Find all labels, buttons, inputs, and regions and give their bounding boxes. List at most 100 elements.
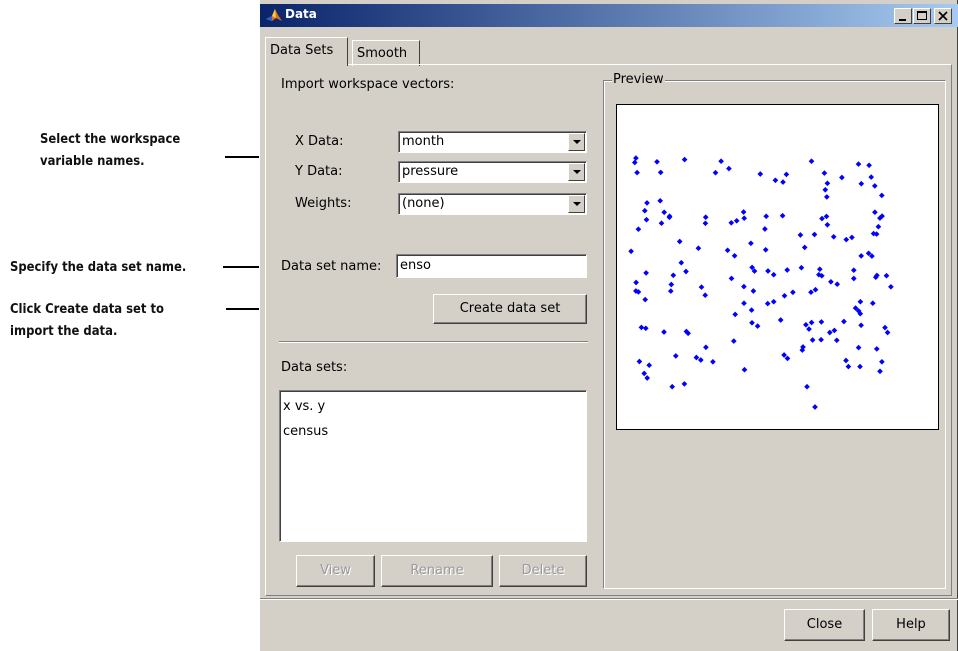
scatter-point [772,177,779,184]
footer-divider [260,598,958,600]
scatter-point [642,296,649,303]
scatter-point [877,368,883,375]
y-data-value: pressure [402,164,459,179]
scatter-point [641,207,648,214]
scatter-point [763,213,770,220]
callout-click-line2: import the data. [10,323,118,339]
scatter-point [803,321,809,328]
scatter-point [681,381,688,387]
scatter-point [801,244,808,251]
scatter-point [884,329,891,336]
y-data-select[interactable]: pressure [398,161,587,183]
tab-data-sets[interactable]: Data Sets [265,37,348,66]
list-item[interactable]: census [283,424,328,439]
scatter-point [806,326,812,332]
scatter-point [741,283,747,290]
scatter-point [823,194,830,200]
scatter-point [812,286,819,293]
scatter-point [672,353,679,359]
scatter-point [633,279,639,286]
scatter-point [855,161,862,167]
scatter-point [871,183,878,189]
scatter-point [781,292,788,299]
minimize-button[interactable] [894,8,912,24]
scatter-point [764,300,771,307]
scatter-point [641,370,648,377]
preview-plot [616,104,939,430]
maximize-icon [917,11,927,20]
scatter-point [843,236,850,243]
weights-value: (none) [402,196,445,211]
scatter-point [740,209,747,215]
scatter-point [808,319,815,326]
scatter-point [804,383,810,390]
scatter-point [818,336,824,343]
data-sets-list[interactable]: x vs. y census [279,390,587,542]
scatter-point [728,275,735,282]
scatter-point [698,284,705,290]
scatter-point [748,307,755,313]
scatter-point [661,209,668,216]
scatter-point [872,209,878,216]
scatter-point [809,337,816,343]
maximize-button[interactable] [913,8,931,24]
scatter-point [765,268,771,274]
scatter-point [726,165,732,172]
x-data-select[interactable]: month [398,131,587,153]
scatter-point [779,212,786,219]
data-set-name-input[interactable]: enso [396,254,587,278]
scatter-point [631,159,638,166]
chevron-down-icon[interactable] [568,133,585,151]
create-data-set-button[interactable]: Create data set [433,294,587,324]
scatter-point [702,220,709,227]
scatter-point [718,158,724,165]
scatter-point [697,357,704,363]
scatter-point [669,383,676,390]
scatter-point [830,233,837,240]
data-window: Data Data Sets Smooth Import workspace v… [259,0,958,651]
scatter-point [850,275,857,282]
scatter-point [728,219,735,226]
weights-select[interactable]: (none) [398,193,587,215]
scatter-point [762,226,768,232]
scatter-point [749,319,755,326]
preview-title: Preview [612,72,665,87]
scatter-point [657,169,664,176]
list-item[interactable]: x vs. y [283,399,325,414]
delete-button[interactable]: Delete [499,555,587,587]
callout-specify-name: Specify the data set name. [10,259,187,275]
help-button[interactable]: Help [872,609,950,641]
close-window-button[interactable] [934,8,952,24]
scatter-point [670,272,677,279]
scatter-point [866,162,872,169]
scatter-point [636,358,643,365]
scatter-point [797,232,804,238]
scatter-point [741,366,748,373]
callout-select-line1: Select the workspace [40,131,181,147]
close-button[interactable]: Close [784,609,865,641]
scatter-point [878,192,885,199]
scatter-point [770,298,777,305]
weights-label: Weights: [295,196,352,211]
scatter-point [732,311,739,318]
tab-smooth[interactable]: Smooth [352,40,420,66]
callout-select-line2: variable names. [40,153,145,169]
scatter-point [834,281,841,288]
rename-button[interactable]: Rename [381,555,493,587]
scatter-point [628,248,634,255]
scatter-point [762,246,769,253]
scatter-point [702,292,709,299]
title-bar[interactable]: Data [260,4,958,27]
chevron-down-icon[interactable] [568,195,585,213]
section-divider [279,341,588,343]
scatter-point [822,186,829,193]
chevron-down-icon[interactable] [568,163,585,181]
scatter-point [850,267,857,274]
scatter-point [748,240,754,247]
scatter-point [818,319,825,325]
scatter-point [644,200,650,206]
scatter-point [833,337,840,344]
view-button[interactable]: View [296,555,375,587]
scatter-point [858,322,864,329]
scatter-point [661,329,667,335]
